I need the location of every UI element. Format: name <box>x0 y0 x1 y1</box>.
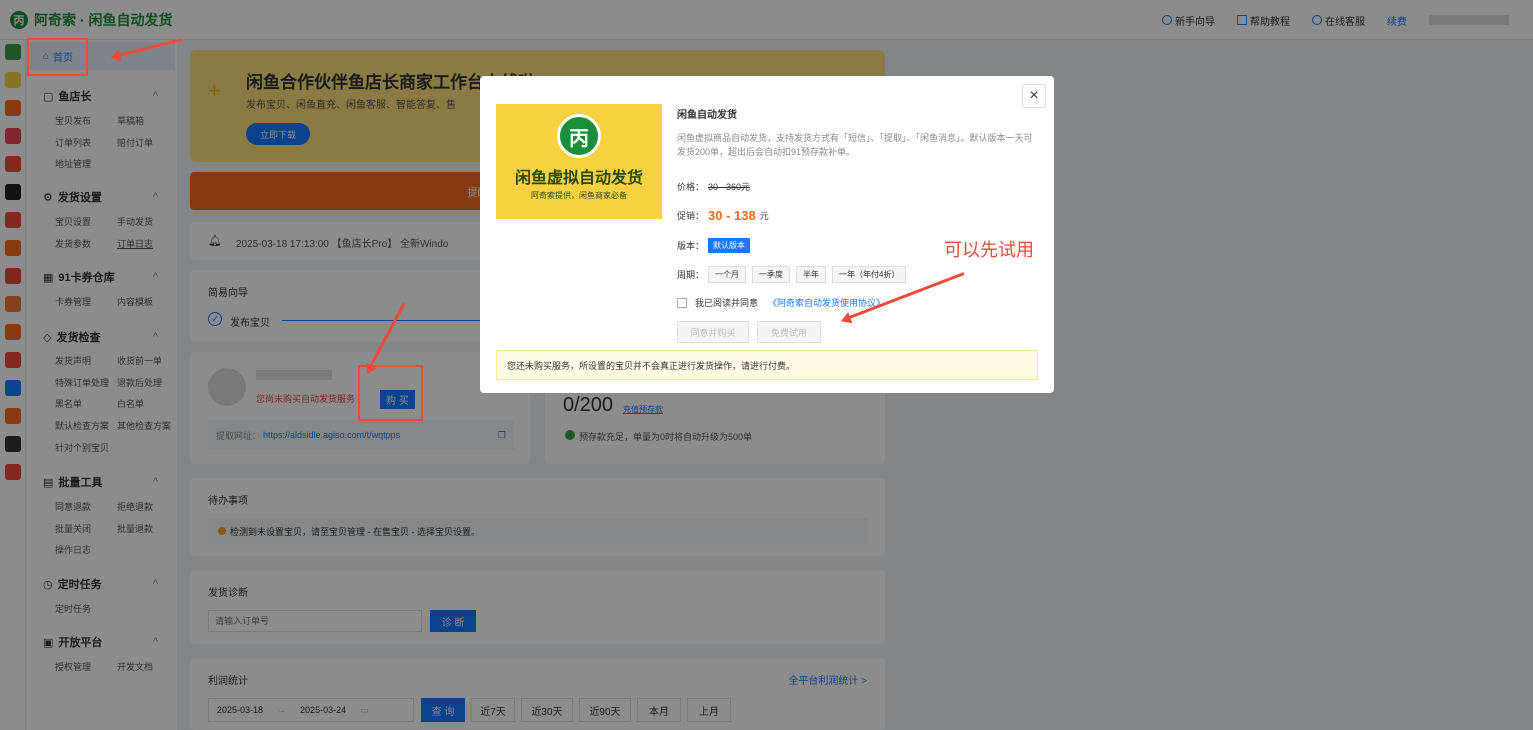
free-trial-button[interactable]: 免费试用 <box>757 321 821 343</box>
product-logo-icon: 丙 <box>557 114 601 158</box>
agreement-row: 我已阅读并同意 《阿奇索自动发货使用协议》 <box>677 296 885 309</box>
agree-checkbox[interactable] <box>677 297 687 308</box>
product-image: 丙 闲鱼虚拟自动发货 阿奇索提供，闲鱼商家必备 <box>496 104 662 219</box>
agree-label: 我已阅读并同意 <box>695 298 759 308</box>
version-label: 版本： <box>677 241 705 251</box>
version-row: 版本： 默认版本 <box>677 238 751 253</box>
price-row: 价格： 30 - 360元 <box>677 180 750 193</box>
promo-price: 30 - 138 <box>708 208 756 223</box>
cycle-label: 周期： <box>677 270 705 280</box>
highlight-box-home <box>27 38 88 76</box>
close-icon[interactable]: × <box>1022 84 1046 108</box>
product-image-title: 闲鱼虚拟自动发货 <box>514 170 643 187</box>
product-title: 闲鱼自动发货 <box>677 110 737 121</box>
promo-row: 促销： 30 - 138 元 <box>677 208 769 223</box>
annotation-text: 可以先试用 <box>944 240 1034 260</box>
cycle-option[interactable]: 半年 <box>796 266 827 283</box>
cycle-option[interactable]: 一年（年付4折） <box>832 266 907 283</box>
promo-unit: 元 <box>759 211 769 221</box>
agree-and-buy-button[interactable]: 同意并购买 <box>677 321 749 343</box>
purchase-modal: × 丙 闲鱼虚拟自动发货 阿奇索提供，闲鱼商家必备 闲鱼自动发货 闲鱼虚拟商品自… <box>480 76 1054 393</box>
unpaid-warning: 您还未购买服务，所设置的宝贝并不会真正进行发货操作，请进行付费。 <box>496 350 1038 380</box>
agreement-link[interactable]: 《阿奇索自动发货使用协议》 <box>768 296 885 309</box>
product-image-subtitle: 阿奇索提供，闲鱼商家必备 <box>531 191 627 200</box>
promo-label: 促销： <box>677 211 705 221</box>
cycle-option[interactable]: 一个月 <box>708 266 747 283</box>
price-label: 价格： <box>677 182 705 192</box>
version-option[interactable]: 默认版本 <box>708 238 751 253</box>
original-price: 30 - 360元 <box>708 182 751 192</box>
cycle-row: 周期： 一个月 一季度 半年 一年（年付4折） <box>677 266 908 283</box>
product-info: 闲鱼自动发货 闲鱼虚拟商品自动发货，支持发货方式有「短信」、「提取」、「闲鱼消息… <box>677 106 1037 159</box>
cycle-option[interactable]: 一季度 <box>752 266 791 283</box>
product-desc: 闲鱼虚拟商品自动发货，支持发货方式有「短信」、「提取」、「闲鱼消息」。默认版本一… <box>677 133 1033 157</box>
